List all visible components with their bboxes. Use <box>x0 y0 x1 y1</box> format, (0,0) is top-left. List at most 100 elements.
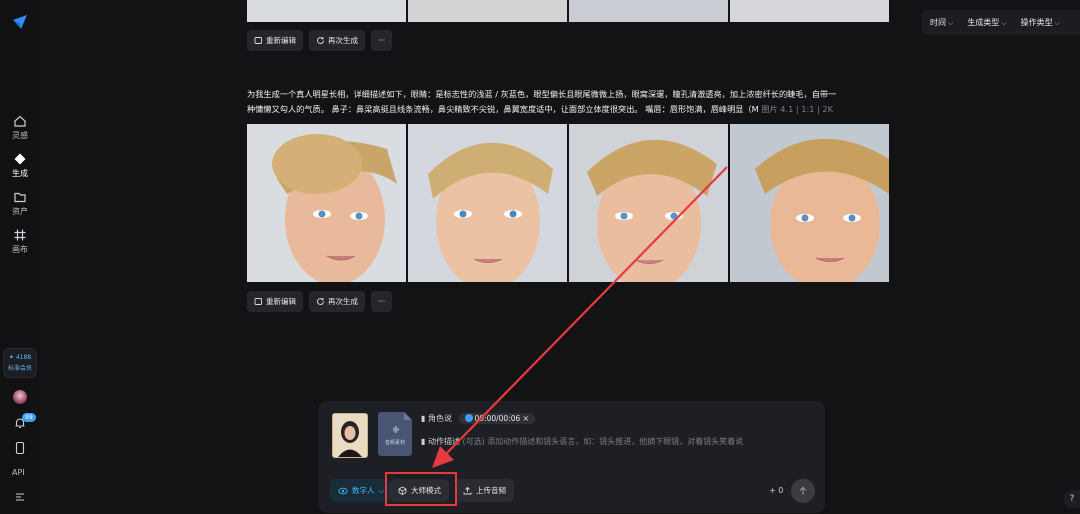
filter-time[interactable]: 时间 ⌵ <box>930 17 953 28</box>
remove-audio-icon[interactable]: × <box>523 414 529 423</box>
filter-op-type-label: 操作类型 <box>1020 18 1053 27</box>
help-button[interactable]: ? <box>1064 490 1080 508</box>
filter-bar: 时间 ⌵ 生成类型 ⌵ 操作类型 ⌵ <box>922 10 1080 35</box>
mode-label: 数字人 <box>352 486 375 495</box>
credits-count: 4188 <box>15 354 32 361</box>
result-image[interactable] <box>730 0 889 22</box>
home-icon <box>14 115 26 127</box>
credits-badge[interactable]: ✦ 4188 标准会员 <box>3 348 37 378</box>
more-button[interactable]: ··· <box>371 291 393 312</box>
send-button[interactable] <box>791 479 815 503</box>
membership-tier: 标准会员 <box>7 365 32 372</box>
sidebar-item-assets[interactable]: 资产 <box>0 190 40 217</box>
sidebar-item-inspiration[interactable]: 灵感 <box>0 114 40 141</box>
api-link[interactable]: API <box>12 468 25 477</box>
sidebar-item-canvas[interactable]: 画布 <box>0 228 40 255</box>
result-actions: 重新编辑 再次生成 ··· <box>247 291 393 312</box>
filter-gen-type-label: 生成类型 <box>967 18 1000 27</box>
result-image[interactable] <box>408 0 567 22</box>
chevron-down-icon: ⌵ <box>948 19 954 27</box>
previous-image-strip <box>247 0 889 22</box>
filter-op-type[interactable]: 操作类型 ⌵ <box>1021 17 1060 28</box>
upload-icon <box>463 486 472 495</box>
notification-badge: 99 <box>22 413 36 422</box>
upload-audio-button[interactable]: 上传音频 <box>455 479 514 502</box>
chevron-down-icon: ⌵ <box>1054 19 1060 27</box>
folder-icon <box>14 192 26 203</box>
portrait-image <box>730 124 889 282</box>
result-image[interactable] <box>247 0 406 22</box>
arrow-up-icon <box>799 486 807 495</box>
character-speech-icon: ▮ <box>421 414 426 423</box>
result-image[interactable] <box>569 124 728 282</box>
refresh-icon <box>317 37 324 44</box>
edit-icon <box>254 298 262 305</box>
reedit-button[interactable]: 重新编辑 <box>247 291 303 312</box>
action-description-row[interactable]: ▮ 动作描述 (可选) 添加动作描述和镜头语言，如：镜头推进，他摘下眼镜，对着镜… <box>421 436 743 447</box>
action-description-icon: ▮ <box>421 437 426 446</box>
more-icon: ··· <box>378 36 386 45</box>
filter-gen-type[interactable]: 生成类型 ⌵ <box>967 17 1006 28</box>
regenerate-label: 再次生成 <box>328 36 358 45</box>
regenerate-button[interactable]: 再次生成 <box>309 291 365 312</box>
previous-actions: 重新编辑 再次生成 ··· <box>247 30 393 51</box>
app-logo-icon[interactable] <box>12 14 28 30</box>
filter-time-label: 时间 <box>930 18 946 27</box>
diamond-icon <box>14 153 26 165</box>
result-image[interactable] <box>730 124 889 282</box>
sidebar-item-generate[interactable]: 生成 <box>0 152 40 179</box>
chevron-down-icon: ⌵ <box>1001 19 1007 27</box>
reedit-label: 重新编辑 <box>266 36 296 45</box>
reedit-label: 重新编辑 <box>266 297 296 306</box>
result-image[interactable] <box>247 124 406 282</box>
sidebar-item-label: 灵感 <box>12 131 28 140</box>
credit-cost: + 0 <box>769 486 784 495</box>
audio-time-current: 00:00 <box>474 414 497 423</box>
refresh-icon <box>317 298 324 305</box>
audio-material-card[interactable]: 音频素材 <box>378 412 412 456</box>
sidebar-item-label: 生成 <box>12 169 28 178</box>
more-icon: ··· <box>378 297 386 306</box>
sidebar-item-label: 资产 <box>12 207 28 216</box>
character-speech-label: 角色说 <box>427 414 452 423</box>
action-description-label: 动作描述 <box>427 437 460 446</box>
upload-audio-label: 上传音频 <box>476 486 506 495</box>
canvas-grid-icon <box>14 229 26 241</box>
result-image-strip <box>247 124 889 282</box>
action-description-hint: (可选) 添加动作描述和镜头语言，如：镜头推进，他摘下眼镜，对着镜头笑着说 <box>462 437 744 446</box>
audio-time-pill[interactable]: 00:00/00:06 × <box>458 413 535 424</box>
prompt-line-2: 种慵懒又勾人的气质。 鼻子：鼻梁高挺且线条流畅，鼻尖精致不尖锐，鼻翼宽度适中，让… <box>247 104 759 114</box>
result-image[interactable] <box>569 0 728 22</box>
play-icon[interactable] <box>464 414 473 422</box>
chevron-down-icon: ⌵ <box>378 485 385 495</box>
more-button[interactable]: ··· <box>371 30 393 51</box>
sparkle-icon: ✦ <box>8 354 16 361</box>
avatar[interactable] <box>13 390 27 404</box>
audio-time-total: /00:06 <box>496 414 521 423</box>
audio-card-label: 音频素材 <box>384 440 405 446</box>
character-speech-row: ▮ 角色说 00:00/00:06 × <box>421 413 535 424</box>
regenerate-label: 再次生成 <box>328 297 358 306</box>
eye-icon <box>338 487 348 494</box>
page-fold <box>404 412 412 420</box>
digital-human-mode-select[interactable]: 数字人 ⌵ <box>330 479 393 502</box>
character-thumbnail <box>333 414 367 457</box>
portrait-image <box>247 124 406 282</box>
portrait-image <box>569 124 728 282</box>
prompt-line-1: 为我生成一个真人明星长相，详细描述如下，眼睛：是标志性的浅蓝 / 灰蓝色，眼型偏… <box>247 89 837 99</box>
help-icon: ? <box>1069 494 1075 504</box>
reference-character-image[interactable] <box>332 413 368 458</box>
phone-icon[interactable] <box>14 441 26 455</box>
prompt-text: 为我生成一个真人明星长相，详细描述如下，眼睛：是标志性的浅蓝 / 灰蓝色，眼型偏… <box>247 87 887 117</box>
reedit-button[interactable]: 重新编辑 <box>247 30 303 51</box>
sidebar-item-label: 画布 <box>12 245 28 254</box>
master-mode-highlight-box <box>385 472 457 506</box>
generation-meta: 图片 4.1 | 1:1 | 2K <box>761 104 834 114</box>
result-image[interactable] <box>408 124 567 282</box>
regenerate-button[interactable]: 再次生成 <box>309 30 365 51</box>
audio-wave-icon <box>393 426 399 433</box>
edit-icon <box>254 37 262 44</box>
sidebar: 灵感 生成 资产 画布 ✦ 4188 标准会员 99 API <box>0 0 40 514</box>
collapse-sidebar-icon[interactable] <box>14 492 26 502</box>
portrait-image <box>408 124 567 282</box>
